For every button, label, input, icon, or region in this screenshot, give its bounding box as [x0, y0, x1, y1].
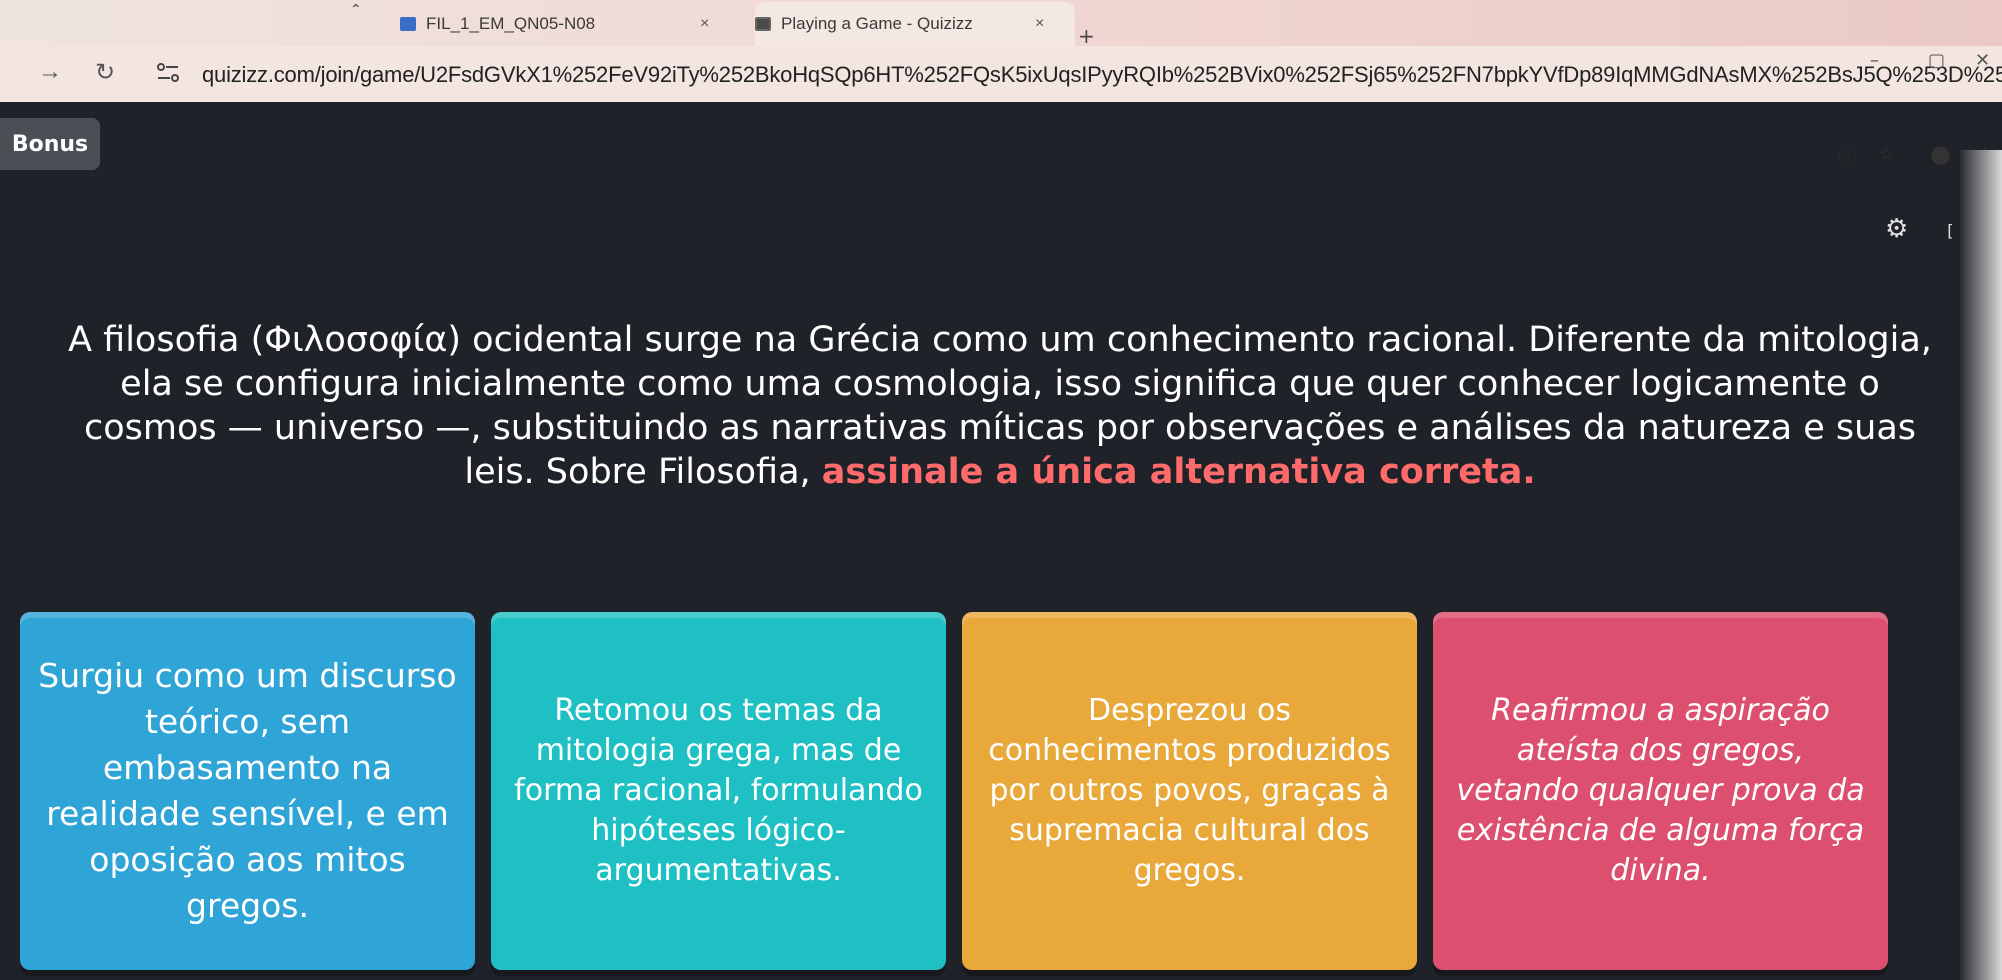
answer-option-3[interactable]: Desprezou os conhecimentos produzidos po…	[962, 612, 1417, 970]
answer-option-2[interactable]: Retomou os temas da mitologia grega, mas…	[491, 612, 946, 970]
profile-avatar-icon[interactable]: ●	[1930, 140, 1951, 168]
answer-option-1[interactable]: Surgiu como um discurso teórico, sem emb…	[20, 612, 475, 970]
screen-bezel	[1960, 150, 2002, 980]
answer-option-text: Surgiu como um discurso teórico, sem emb…	[38, 656, 457, 925]
tab-title: FIL_1_EM_QN05-N08	[426, 14, 596, 33]
bookmark-star-icon[interactable]: ☆	[1878, 144, 1894, 165]
browser-toolbar: → ↻ quizizz.com/join/game/U2FsdGVkX1%252…	[0, 46, 2002, 102]
site-settings-icon[interactable]	[156, 62, 180, 84]
answer-option-4[interactable]: Reafirmou a aspiração ateísta dos gregos…	[1433, 612, 1888, 970]
reload-icon[interactable]: ↻	[95, 58, 115, 87]
restore-icon[interactable]: ▢	[1928, 50, 1945, 71]
minimize-icon[interactable]: –	[1870, 50, 1879, 71]
forward-arrow-icon[interactable]: →	[38, 58, 62, 86]
answer-option-text: Retomou os temas da mitologia grega, mas…	[514, 693, 923, 888]
translate-icon[interactable]: ⿻	[1838, 144, 1856, 170]
close-window-icon[interactable]: ✕	[1975, 50, 1990, 71]
settings-gear-icon[interactable]: ⚙	[1885, 214, 1908, 244]
tab-close-icon[interactable]: ×	[1035, 15, 1044, 33]
answer-option-text: Reafirmou a aspiração ateísta dos gregos…	[1456, 693, 1865, 888]
tab-title: Playing a Game - Quizizz	[781, 14, 973, 33]
answer-options: Surgiu como um discurso teórico, sem emb…	[20, 612, 1888, 970]
browser-tab-bar: ⌃ FIL_1_EM_QN05-N08 × Playing a Game - Q…	[0, 0, 2002, 48]
bonus-badge: Bonus	[0, 118, 100, 170]
tab-close-icon[interactable]: ×	[700, 15, 709, 33]
answer-option-text: Desprezou os conhecimentos produzidos po…	[988, 693, 1391, 888]
new-tab-button[interactable]: +	[1078, 24, 1095, 48]
tab-quizizz[interactable]: Playing a Game - Quizizz ×	[755, 2, 1075, 46]
address-bar-url[interactable]: quizizz.com/join/game/U2FsdGVkX1%252FeV9…	[202, 62, 2002, 88]
document-favicon-icon	[400, 17, 416, 31]
question-text: A filosofia (Φιλοσοφία) ocidental surge …	[50, 318, 1950, 494]
quizizz-favicon-icon	[755, 17, 771, 31]
question-instruction: assinale a única alternativa correta.	[821, 452, 1536, 492]
tab-search-chevron-icon[interactable]: ⌃	[350, 2, 362, 18]
tab-fil-document[interactable]: FIL_1_EM_QN05-N08 ×	[400, 2, 730, 46]
